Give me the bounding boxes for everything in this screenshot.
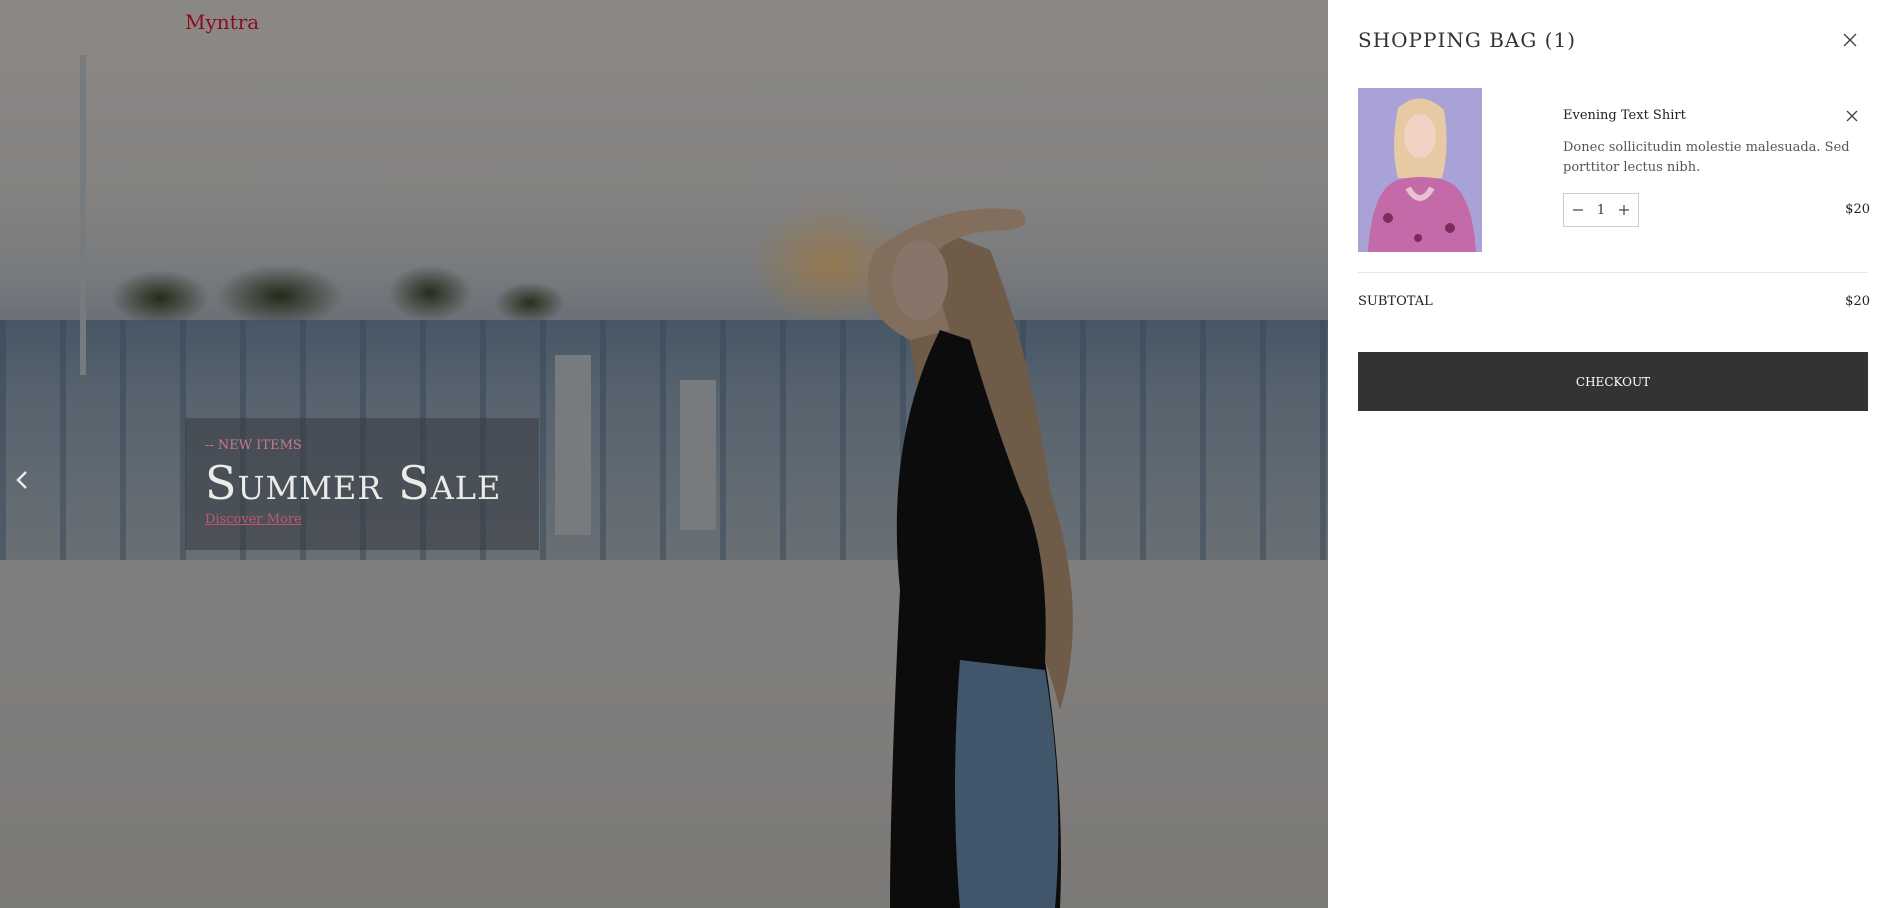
product-image[interactable] xyxy=(1358,88,1482,252)
cart-drawer: Shopping Bag (1) Evening Text Shirt xyxy=(1328,0,1890,908)
close-icon[interactable] xyxy=(1844,108,1860,124)
close-icon[interactable] xyxy=(1840,30,1860,50)
minus-icon[interactable] xyxy=(1570,202,1586,218)
promo-kicker: -- NEW ITEMS xyxy=(205,438,302,453)
divider xyxy=(1358,272,1868,273)
brand-logo[interactable]: Myntra xyxy=(185,10,259,34)
chevron-left-icon[interactable] xyxy=(12,466,32,494)
promo-box: -- NEW ITEMS Summer Sale Discover More xyxy=(185,418,539,550)
discover-more-link[interactable]: Discover More xyxy=(205,512,302,527)
quantity-value: 1 xyxy=(1596,202,1606,218)
page: Myntra -- NEW ITEMS Summer Sale Discover… xyxy=(0,0,1890,908)
plus-icon[interactable] xyxy=(1616,202,1632,218)
subtotal-value: $20 xyxy=(1845,294,1870,309)
promo-title: Summer Sale xyxy=(205,456,502,510)
product-name[interactable]: Evening Text Shirt xyxy=(1563,108,1686,123)
cart-title: Shopping Bag (1) xyxy=(1358,28,1576,52)
subtotal-label: SUBTOTAL xyxy=(1358,294,1433,309)
product-price: $20 xyxy=(1845,202,1870,217)
product-description: Donec sollicitudin molestie malesuada. S… xyxy=(1563,140,1850,175)
checkout-button[interactable]: CHECKOUT xyxy=(1358,352,1868,411)
quantity-stepper[interactable]: 1 xyxy=(1563,193,1639,227)
